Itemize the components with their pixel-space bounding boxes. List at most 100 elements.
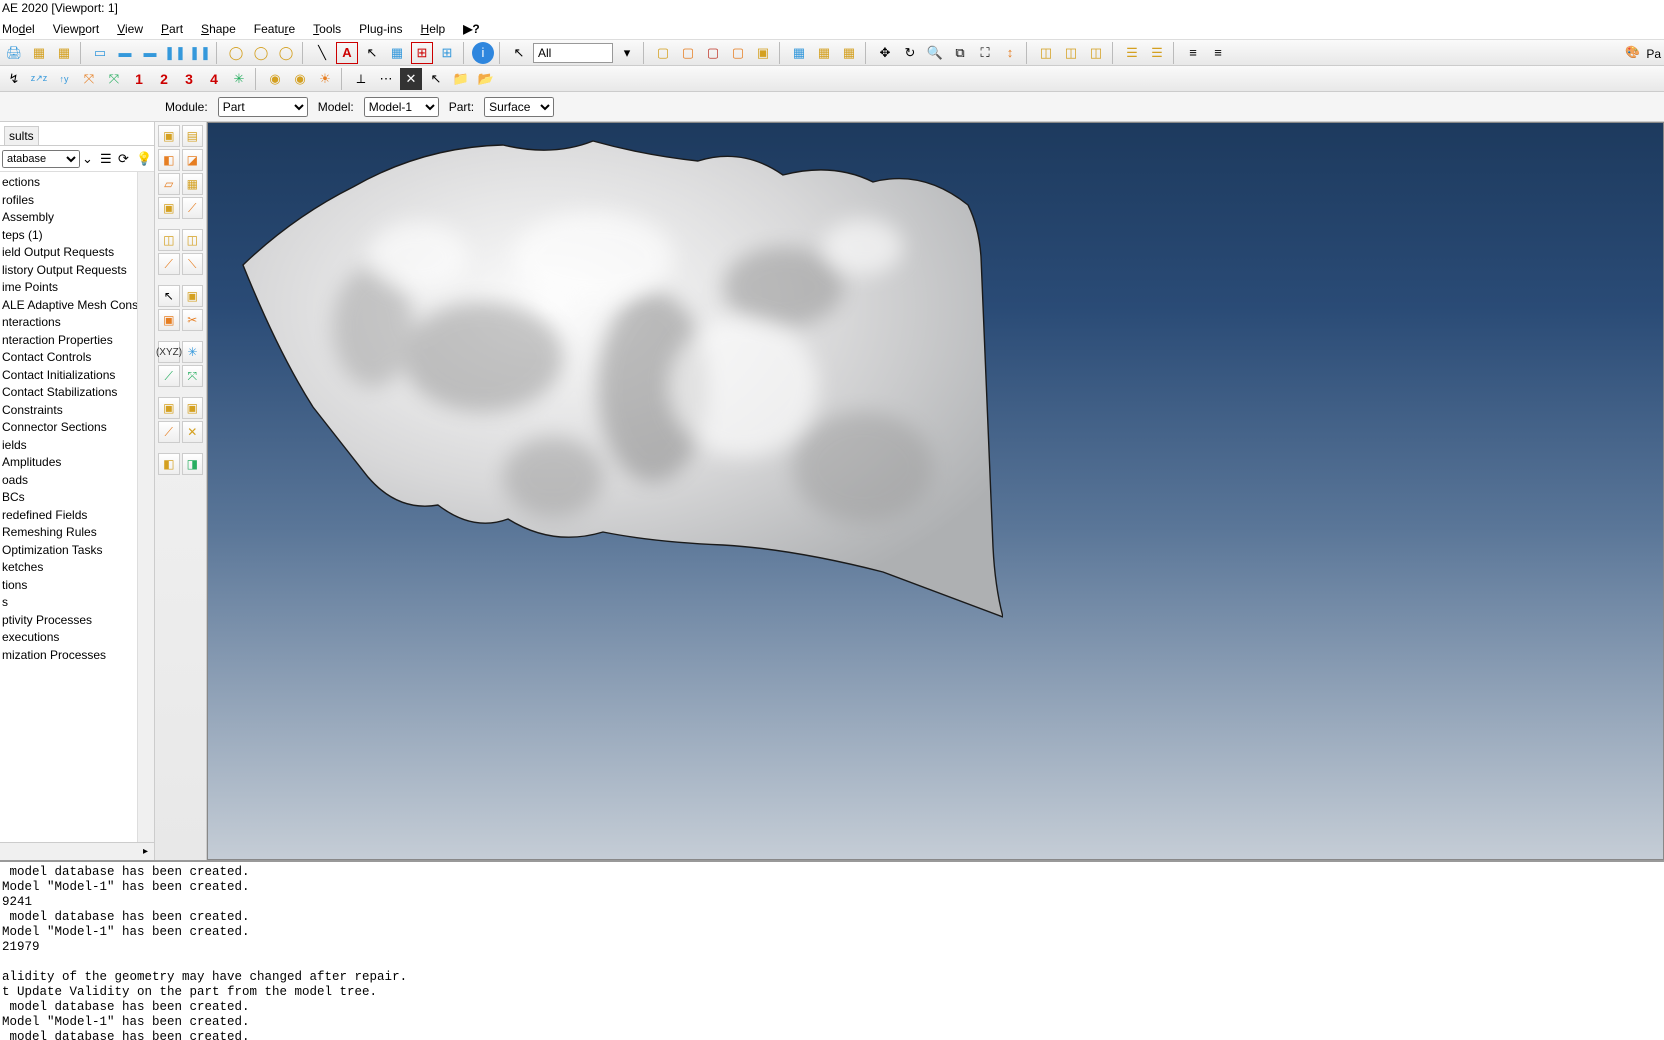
zoom-icon[interactable]: 🔍 (924, 42, 946, 64)
print-icon[interactable]: 🖨 (3, 42, 25, 64)
dashed-icon[interactable]: ⋯ (375, 68, 397, 90)
axis-arrows-icon[interactable]: ⤧ (78, 68, 100, 90)
tree-item[interactable]: Contact Controls (0, 349, 154, 367)
updn-icon[interactable]: ↕ (999, 42, 1021, 64)
menu-shape[interactable]: Shape (201, 22, 236, 36)
box3-icon[interactable]: ▢ (702, 42, 724, 64)
view-4-button[interactable]: 4 (203, 68, 225, 90)
iso1-icon[interactable]: ◫ (1035, 42, 1057, 64)
message-console[interactable]: model database has been created. Model "… (0, 860, 1664, 1040)
tree-item[interactable]: nteractions (0, 314, 154, 332)
bulb-icon[interactable]: 💡 (136, 151, 152, 167)
tree-item[interactable]: Contact Initializations (0, 367, 154, 385)
view4-icon[interactable]: ❚❚ (164, 42, 186, 64)
fit-icon[interactable]: ⛶ (974, 42, 996, 64)
repair1-icon[interactable]: ▣ (158, 309, 180, 331)
ladder1-icon[interactable]: ≡ (1182, 42, 1204, 64)
tree-item[interactable]: nteraction Properties (0, 332, 154, 350)
circles1-icon[interactable]: ◉ (264, 68, 286, 90)
tree-item[interactable]: BCs (0, 489, 154, 507)
edit-icon[interactable]: ▣ (182, 285, 204, 307)
view-1-button[interactable]: 1 (128, 68, 150, 90)
tree-item[interactable]: ields (0, 437, 154, 455)
db2-icon[interactable]: ▦ (53, 42, 75, 64)
part-manager-icon[interactable]: ▤ (182, 125, 204, 147)
line-icon[interactable]: ╲ (311, 42, 333, 64)
ring2-icon[interactable]: ◯ (250, 42, 272, 64)
menu-part[interactable]: Part (161, 22, 183, 36)
db-icon[interactable]: ▦ (28, 42, 50, 64)
shell-icon[interactable]: ▱ (158, 173, 180, 195)
tree-item[interactable]: Optimization Tasks (0, 542, 154, 560)
circles2-icon[interactable]: ◉ (289, 68, 311, 90)
tree-item[interactable]: redefined Fields (0, 507, 154, 525)
tree-item[interactable]: s (0, 594, 154, 612)
palette-icon[interactable]: 🎨 (1625, 45, 1643, 63)
csys-icon[interactable]: ✳ (228, 68, 250, 90)
view1-icon[interactable]: ▭ (89, 42, 111, 64)
tree-item[interactable]: executions (0, 629, 154, 647)
query-icon[interactable]: ↖ (158, 285, 180, 307)
tree-item[interactable]: ptivity Processes (0, 612, 154, 630)
datum2-icon[interactable]: ⟍ (182, 253, 204, 275)
box2-icon[interactable]: ▢ (677, 42, 699, 64)
box1-icon[interactable]: ▢ (652, 42, 674, 64)
text-a-icon[interactable]: A (336, 42, 358, 64)
sun-filter-icon[interactable]: ⟳ (118, 151, 134, 167)
partition-icon[interactable]: ◫ (158, 229, 180, 251)
tree-item[interactable]: ALE Adaptive Mesh Constraint (0, 297, 154, 315)
cube-wire-icon[interactable]: ▦ (788, 42, 810, 64)
extrude-icon[interactable]: ◧ (158, 149, 180, 171)
axis-green-icon[interactable]: ⤧ (103, 68, 125, 90)
tool-x-icon[interactable]: ✕ (400, 68, 422, 90)
menu-help[interactable]: Help (421, 22, 446, 36)
view-2-button[interactable]: 2 (153, 68, 175, 90)
datum1-icon[interactable]: ⟋ (158, 253, 180, 275)
tree-item[interactable]: Amplitudes (0, 454, 154, 472)
ring3-icon[interactable]: ◯ (275, 42, 297, 64)
layers1-icon[interactable]: ☰ (1121, 42, 1143, 64)
tree-item[interactable]: mization Processes (0, 647, 154, 665)
menu-feature[interactable]: Feature (254, 22, 295, 36)
folder1-icon[interactable]: 📁 (450, 68, 472, 90)
cube2-icon[interactable]: ▦ (813, 42, 835, 64)
tree-item[interactable]: Remeshing Rules (0, 524, 154, 542)
partition2-icon[interactable]: ◫ (182, 229, 204, 251)
tree-item[interactable]: listory Output Requests (0, 262, 154, 280)
view2-icon[interactable]: ▬ (114, 42, 136, 64)
axis-zoom-icon[interactable]: ↯ (3, 68, 25, 90)
menu-model[interactable]: Model (2, 22, 35, 36)
tree-item[interactable]: Connector Sections (0, 419, 154, 437)
tree-item[interactable]: rofiles (0, 192, 154, 210)
menu-whatsthis[interactable]: ▶? (463, 22, 480, 36)
selection-filter-all[interactable]: All (533, 43, 613, 63)
pointer-icon[interactable]: ↖ (425, 68, 447, 90)
tree-item[interactable]: ield Output Requests (0, 244, 154, 262)
ring1-icon[interactable]: ◯ (225, 42, 247, 64)
info-icon[interactable]: i (472, 42, 494, 64)
results-tab[interactable]: sults (4, 126, 39, 145)
tree-item[interactable]: tions (0, 577, 154, 595)
create-part-icon[interactable]: ▣ (158, 125, 180, 147)
sun-icon[interactable]: ☀ (314, 68, 336, 90)
axis-xz-icon[interactable]: z↗z (28, 68, 50, 90)
menu-view[interactable]: View (117, 22, 143, 36)
datum-axis-icon[interactable]: ⤧ (182, 365, 204, 387)
view5-icon[interactable]: ❚❚ (189, 42, 211, 64)
tree-item[interactable]: Assembly (0, 209, 154, 227)
ruler-icon[interactable]: ⟂ (350, 68, 372, 90)
mesh2-icon[interactable]: ✕ (182, 421, 204, 443)
filter-dropdown-icon[interactable]: ⌄ (82, 151, 98, 167)
revolve-icon[interactable]: ◪ (182, 149, 204, 171)
tree-item[interactable]: oads (0, 472, 154, 490)
filter-select[interactable]: atabase (2, 150, 80, 168)
iso3-icon[interactable]: ◫ (1085, 42, 1107, 64)
part-select[interactable]: Surface (484, 97, 554, 117)
zoom-box-icon[interactable]: ⧉ (949, 42, 971, 64)
geom2-icon[interactable]: ▣ (182, 397, 204, 419)
model-select[interactable]: Model-1 (364, 97, 439, 117)
tree-item[interactable]: Constraints (0, 402, 154, 420)
grid-icon[interactable]: ⊞ (436, 42, 458, 64)
solid-icon[interactable]: ▦ (182, 173, 204, 195)
last1-icon[interactable]: ◧ (158, 453, 180, 475)
